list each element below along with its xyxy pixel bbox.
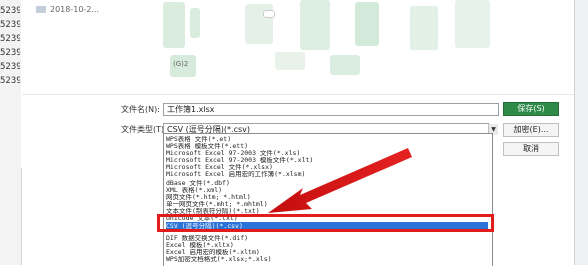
annotation-arrow-icon xyxy=(268,148,412,213)
right-panel-edge xyxy=(574,0,588,265)
